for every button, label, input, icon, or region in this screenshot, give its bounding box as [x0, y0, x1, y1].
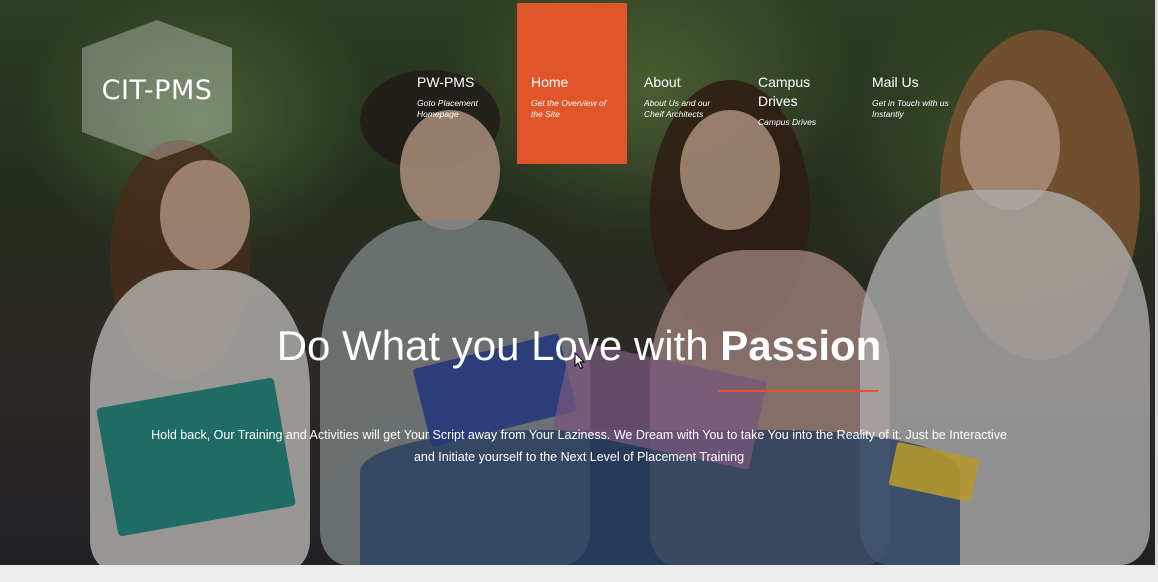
logo-text: CIT-PMS: [101, 74, 213, 106]
nav-item-mail-us[interactable]: Mail Us Get in Touch with us Instantly: [872, 3, 982, 164]
nav-item-title: PW-PMS: [417, 74, 475, 90]
nav-item-subtitle: Get in Touch with us Instantly: [872, 98, 949, 119]
nav-item-title: About: [644, 74, 681, 90]
nav-item-title: Home: [531, 74, 569, 90]
hero-headline-light: Do What you Love with: [276, 322, 709, 369]
nav-item-home[interactable]: Home Get the Overview of the Site: [517, 3, 627, 164]
nav-item-pw-pms[interactable]: PW-PMS Goto Placement Homepage: [417, 3, 527, 164]
headline-accent-underline: [718, 390, 878, 392]
page-bottom-strip: [0, 565, 1158, 582]
hero-headline-bold: Passion: [720, 322, 882, 369]
nav-item-subtitle: Campus Drives: [758, 117, 817, 127]
nav-item-subtitle: Get the Overview of the Site: [531, 98, 607, 119]
hero-tagline: Hold back, Our Training and Activities w…: [151, 428, 1007, 464]
nav-item-about[interactable]: About About Us and our Cheif Architects: [644, 3, 754, 164]
site-logo[interactable]: CIT-PMS: [82, 20, 232, 160]
nav-item-campus-drives[interactable]: Campus Drives Campus Drives: [758, 3, 868, 164]
nav-item-subtitle: Goto Placement Homepage: [417, 98, 478, 119]
nav-item-subtitle: About Us and our Cheif Architects: [644, 98, 711, 119]
nav-item-title: Mail Us: [872, 74, 919, 90]
nav-item-title: Campus Drives: [758, 74, 811, 109]
